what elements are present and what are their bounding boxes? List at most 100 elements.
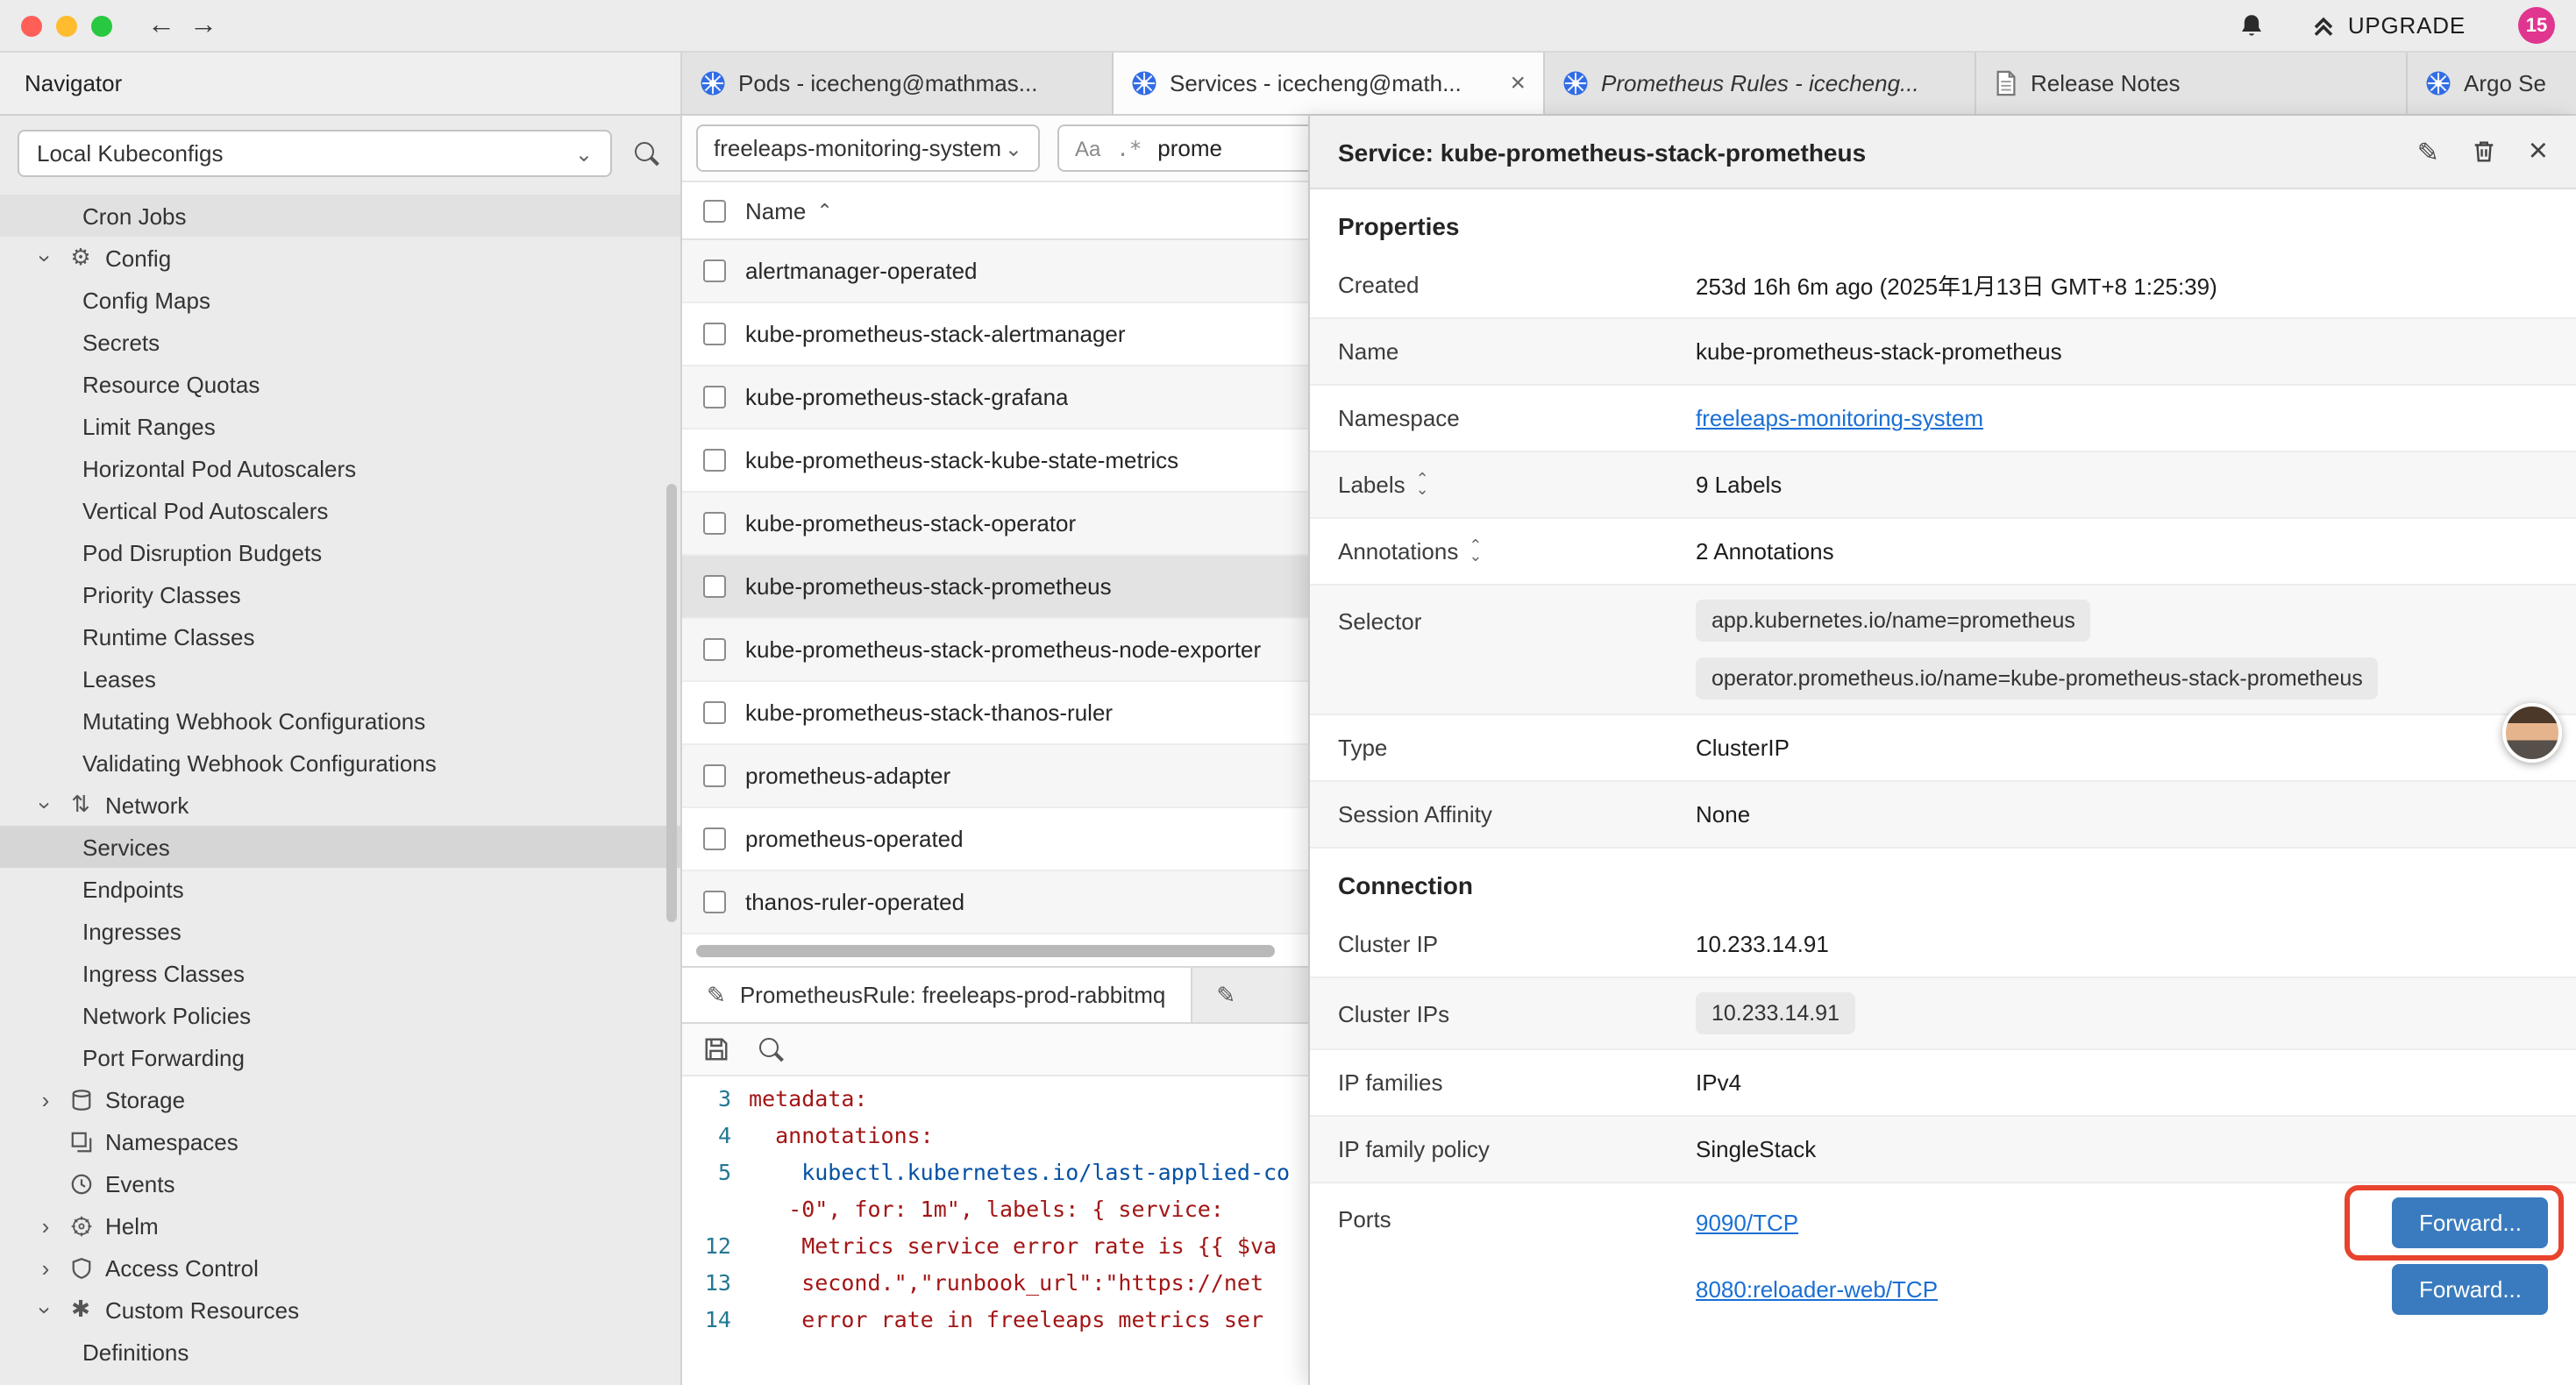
maximize-window-button[interactable]: [91, 15, 112, 36]
sidebar-item-limit-ranges[interactable]: Limit Ranges: [0, 405, 680, 447]
upgrade-button[interactable]: UPGRADE: [2311, 12, 2466, 39]
close-tab-icon[interactable]: ×: [1510, 68, 1526, 98]
dock-tab-partial[interactable]: ✎: [1192, 968, 1314, 1022]
sidebar-item-cron-jobs[interactable]: Cron Jobs: [0, 195, 680, 237]
match-case-toggle[interactable]: Aa: [1075, 136, 1100, 160]
sidebar-item-config-maps[interactable]: Config Maps: [0, 279, 680, 321]
sidebar-scrollbar[interactable]: [666, 484, 677, 922]
row-checkbox[interactable]: [703, 323, 726, 345]
sidebar-search-icon[interactable]: [633, 140, 659, 167]
sort-ascending-icon: ⌃: [816, 199, 832, 222]
sidebar-item-runtime-classes[interactable]: Runtime Classes: [0, 615, 680, 657]
sidebar-item-leases[interactable]: Leases: [0, 657, 680, 700]
row-session-affinity: Session Affinity None: [1310, 782, 2576, 849]
expand-collapse-icon[interactable]: ⌃⌄: [1469, 542, 1482, 561]
cluster-ip-value: 10.233.14.91: [1696, 931, 2548, 957]
chevron-down-icon: ›: [32, 247, 59, 268]
drawer-header: Service: kube-prometheus-stack-prometheu…: [1310, 116, 2576, 189]
tab-pods[interactable]: Pods - icecheng@mathmas...: [682, 53, 1114, 114]
expand-collapse-icon[interactable]: ⌃⌄: [1416, 475, 1429, 494]
row-checkbox[interactable]: [703, 386, 726, 408]
navigator-title: Navigator: [25, 70, 122, 96]
labels-count[interactable]: 9 Labels: [1696, 472, 2548, 498]
forward-button[interactable]: Forward...: [2393, 1197, 2548, 1248]
edit-pencil-icon[interactable]: ✎: [2417, 136, 2439, 167]
port-link-8080-reloader-web[interactable]: 8080:reloader-web/TCP: [1696, 1276, 1938, 1303]
tab-release-notes[interactable]: Release Notes: [1976, 53, 2408, 114]
sidebar-item-network[interactable]: › ⇅ Network: [0, 784, 680, 826]
row-checkbox[interactable]: [703, 701, 726, 724]
sidebar-item-mutating-webhook-configurations[interactable]: Mutating Webhook Configurations: [0, 700, 680, 742]
app-window: ← → UPGRADE 15 Navigator Local Kubeconfi…: [0, 0, 2576, 1385]
row-checkbox[interactable]: [703, 259, 726, 282]
edit-pencil-icon: ✎: [707, 981, 726, 1009]
sidebar-item-secrets[interactable]: Secrets: [0, 321, 680, 363]
annotations-count[interactable]: 2 Annotations: [1696, 538, 2548, 565]
sidebar-item-services[interactable]: Services: [0, 826, 680, 868]
upgrade-icon: [2311, 13, 2336, 38]
sidebar-item-ingress-classes[interactable]: Ingress Classes: [0, 952, 680, 994]
namespace-label: Namespace: [1338, 405, 1696, 431]
sidebar-item-horizontal-pod-autoscalers[interactable]: Horizontal Pod Autoscalers: [0, 447, 680, 489]
sidebar-item-port-forwarding[interactable]: Port Forwarding: [0, 1036, 680, 1078]
sidebar-item-endpoints[interactable]: Endpoints: [0, 868, 680, 910]
notifications-bell-icon[interactable]: [2238, 11, 2266, 39]
save-icon[interactable]: [703, 1036, 729, 1062]
trash-icon[interactable]: [2471, 138, 2497, 165]
notification-count-badge[interactable]: 15: [2518, 7, 2555, 44]
sidebar-item-access-control[interactable]: › Access Control: [0, 1246, 680, 1289]
close-icon[interactable]: ×: [2529, 135, 2548, 168]
name-column-header[interactable]: Name ⌃: [745, 197, 833, 224]
sidebar-item-pod-disruption-budgets[interactable]: Pod Disruption Budgets: [0, 531, 680, 573]
row-checkbox[interactable]: [703, 827, 726, 850]
sidebar-item-validating-webhook-configurations[interactable]: Validating Webhook Configurations: [0, 742, 680, 784]
red-highlight-annotation: Forward...: [2345, 1185, 2564, 1261]
regex-toggle[interactable]: .*: [1116, 136, 1142, 160]
select-all-checkbox[interactable]: [703, 199, 726, 222]
sidebar-item-network-policies[interactable]: Network Policies: [0, 994, 680, 1036]
sidebar-item-definitions[interactable]: Definitions: [0, 1331, 680, 1373]
sidebar-item-vertical-pod-autoscalers[interactable]: Vertical Pod Autoscalers: [0, 489, 680, 531]
dock-tab-prometheusrule[interactable]: ✎ PrometheusRule: freeleaps-prod-rabbitm…: [682, 968, 1192, 1022]
sidebar-item-resource-quotas[interactable]: Resource Quotas: [0, 363, 680, 405]
row-labels: Labels ⌃⌄ 9 Labels: [1310, 452, 2576, 519]
type-label: Type: [1338, 735, 1696, 761]
namespace-filter-select[interactable]: freeleaps-monitoring-system ⌄: [696, 124, 1040, 172]
tab-argo[interactable]: Argo Se: [2408, 53, 2576, 114]
sidebar-item-events[interactable]: Events: [0, 1162, 680, 1204]
user-avatar: [2502, 703, 2562, 763]
row-checkbox[interactable]: [703, 891, 726, 913]
row-checkbox[interactable]: [703, 764, 726, 787]
back-icon[interactable]: ←: [140, 11, 182, 39]
selector-badge: app.kubernetes.io/name=prometheus: [1696, 600, 2091, 642]
sidebar-item-storage[interactable]: › Storage: [0, 1078, 680, 1120]
sidebar-item-config[interactable]: › ⚙ Config: [0, 237, 680, 279]
ports-label: Ports: [1338, 1197, 1696, 1232]
session-affinity-label: Session Affinity: [1338, 801, 1696, 827]
gear-icon: ⚙: [67, 244, 95, 272]
window-controls: [21, 15, 112, 36]
upgrade-label: UPGRADE: [2348, 12, 2466, 39]
sidebar-item-priority-classes[interactable]: Priority Classes: [0, 573, 680, 615]
kubeconfig-selector[interactable]: Local Kubeconfigs ⌄: [18, 130, 612, 177]
tab-services[interactable]: Services - icecheng@math... ×: [1114, 53, 1545, 114]
close-window-button[interactable]: [21, 15, 42, 36]
sidebar-item-namespaces[interactable]: Namespaces: [0, 1120, 680, 1162]
sidebar-item-ingresses[interactable]: Ingresses: [0, 910, 680, 952]
sidebar-item-helm[interactable]: › Helm: [0, 1204, 680, 1246]
row-checkbox[interactable]: [703, 512, 726, 535]
horizontal-scrollbar-thumb[interactable]: [696, 944, 1275, 956]
namespace-link[interactable]: freeleaps-monitoring-system: [1696, 405, 1983, 431]
shield-icon: [67, 1256, 95, 1279]
forward-icon[interactable]: →: [182, 11, 224, 39]
sidebar-item-custom-resources[interactable]: › ✱ Custom Resources: [0, 1289, 680, 1331]
tab-prometheus-rules[interactable]: Prometheus Rules - icecheng...: [1545, 53, 1976, 114]
editor-search-icon[interactable]: [758, 1036, 784, 1062]
row-checkbox[interactable]: [703, 449, 726, 472]
ip-family-policy-value: SingleStack: [1696, 1136, 2548, 1162]
forward-button[interactable]: Forward...: [2393, 1264, 2548, 1315]
port-link-9090[interactable]: 9090/TCP: [1696, 1210, 1798, 1236]
row-checkbox[interactable]: [703, 575, 726, 598]
row-checkbox[interactable]: [703, 638, 726, 661]
minimize-window-button[interactable]: [56, 15, 77, 36]
